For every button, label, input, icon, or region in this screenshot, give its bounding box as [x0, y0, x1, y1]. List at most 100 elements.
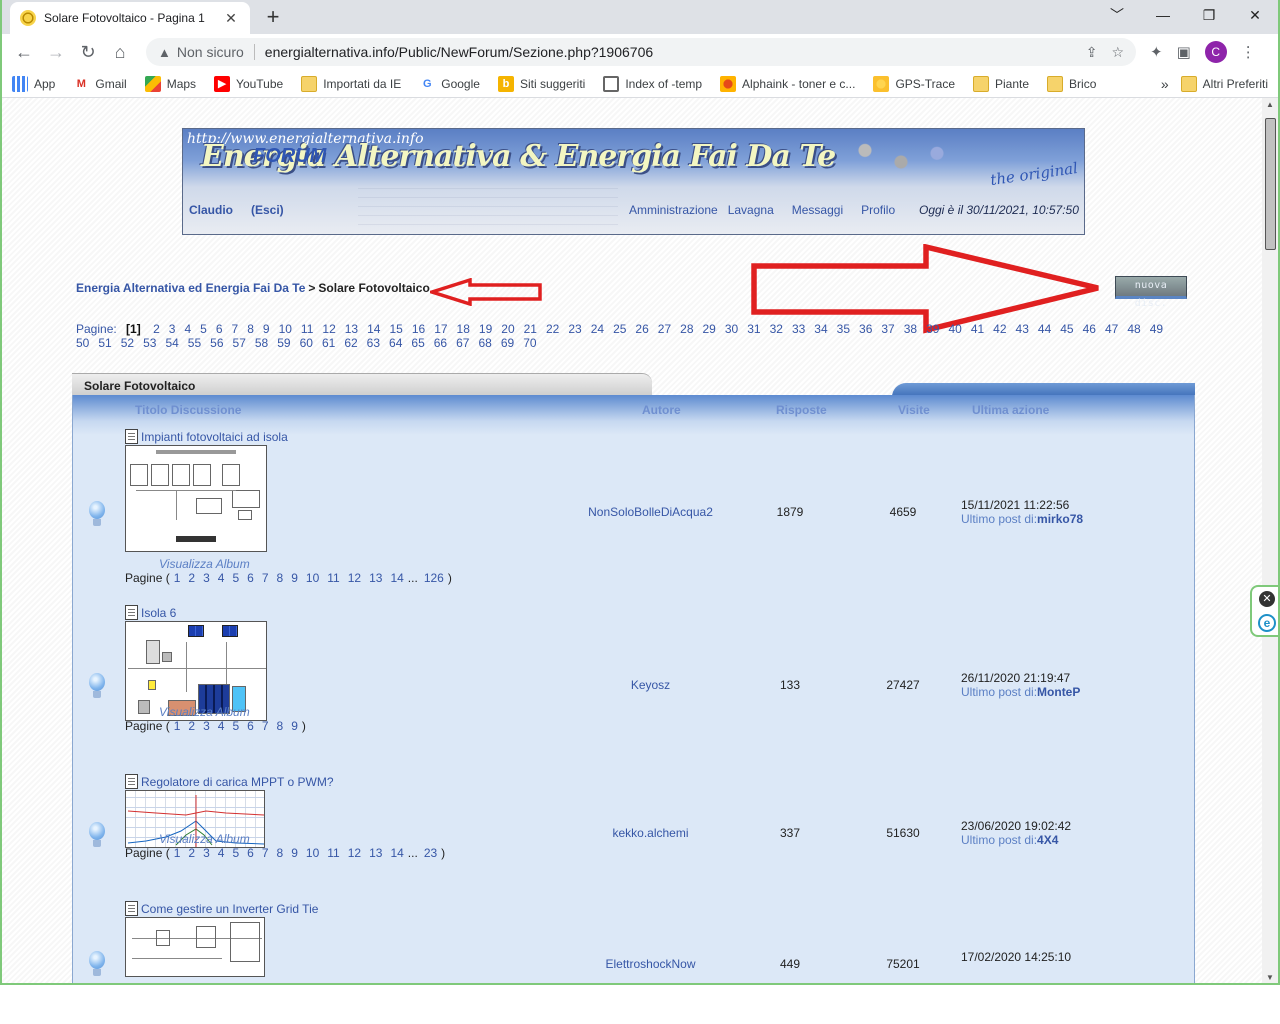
pagination-page-link[interactable]: 16: [412, 322, 425, 336]
topic-page-link[interactable]: 6: [247, 571, 254, 585]
pagination-page-link[interactable]: 62: [344, 336, 357, 350]
pagination-page-link[interactable]: 67: [456, 336, 469, 350]
warning-icon[interactable]: ▲: [158, 45, 171, 60]
topic-page-link[interactable]: 1: [174, 719, 181, 733]
pagination-page-link[interactable]: 63: [367, 336, 380, 350]
pagination-page-link[interactable]: 23: [568, 322, 581, 336]
pagination-page-link[interactable]: 7: [232, 322, 239, 336]
minimize-button[interactable]: —: [1140, 0, 1186, 30]
album-link[interactable]: Visualizza Album: [159, 832, 250, 846]
bookmark-gmail[interactable]: M Gmail: [73, 76, 127, 92]
topic-author[interactable]: kekko.alchemi: [583, 826, 718, 840]
topic-page-link[interactable]: 7: [262, 719, 269, 733]
last-post-user[interactable]: Ultimo post di:MonteP: [961, 685, 1080, 699]
pagination-page-link[interactable]: 33: [792, 322, 805, 336]
nav-messaggi[interactable]: Messaggi: [792, 203, 843, 217]
topic-author[interactable]: Keyosz: [583, 678, 718, 692]
topic-page-link[interactable]: 2: [188, 571, 195, 585]
topic-page-link[interactable]: 5: [232, 571, 239, 585]
pagination-page-link[interactable]: 38: [904, 322, 917, 336]
pagination-page-link[interactable]: 46: [1083, 322, 1096, 336]
topic-last-page-link[interactable]: 126: [424, 571, 444, 585]
bookmark-index[interactable]: Index of -temp: [603, 75, 702, 92]
pagination-page-link[interactable]: 57: [233, 336, 246, 350]
pagination-page-link[interactable]: 58: [255, 336, 268, 350]
close-icon[interactable]: ✕: [1259, 591, 1275, 607]
topic-thumbnail[interactable]: [125, 917, 265, 977]
pagination-page-link[interactable]: 36: [859, 322, 872, 336]
user-link[interactable]: Claudio: [189, 203, 233, 217]
topic-page-link[interactable]: 4: [218, 571, 225, 585]
topic-title-link[interactable]: Impianti fotovoltaici ad isola: [125, 429, 288, 444]
album-link[interactable]: Visualizza Album: [159, 705, 250, 719]
topic-page-link[interactable]: 5: [232, 846, 239, 860]
edge-extension-icon[interactable]: e: [1258, 614, 1276, 632]
topic-page-link[interactable]: 2: [188, 846, 195, 860]
nav-lavagna[interactable]: Lavagna: [728, 203, 774, 217]
topic-title-link[interactable]: Regolatore di carica MPPT o PWM?: [125, 774, 334, 789]
topic-page-link[interactable]: 13: [369, 846, 382, 860]
pagination-page-link[interactable]: 70: [523, 336, 536, 350]
pagination-page-link[interactable]: 40: [948, 322, 961, 336]
pagination-page-link[interactable]: 68: [478, 336, 491, 350]
pagination-page-link[interactable]: 18: [457, 322, 470, 336]
pagination-page-link[interactable]: 21: [524, 322, 537, 336]
close-window-button[interactable]: ✕: [1232, 0, 1278, 30]
pagination-page-link[interactable]: 4: [184, 322, 191, 336]
pagination-page-link[interactable]: 28: [680, 322, 693, 336]
topic-page-link[interactable]: 8: [277, 846, 284, 860]
logout-link[interactable]: (Esci): [251, 203, 284, 217]
back-icon[interactable]: ←: [8, 42, 40, 63]
topic-last-page-link[interactable]: 23: [424, 846, 437, 860]
last-post-user[interactable]: Ultimo post di:4X4: [961, 833, 1071, 847]
breadcrumb-root-link[interactable]: Energia Alternativa ed Energia Fai Da Te: [76, 281, 305, 295]
tab-search-icon[interactable]: ﹀: [1094, 0, 1140, 30]
topic-page-link[interactable]: 14: [390, 846, 403, 860]
scroll-down-icon[interactable]: ▼: [1262, 971, 1278, 983]
pagination-page-link[interactable]: 27: [658, 322, 671, 336]
topic-page-link[interactable]: 9: [291, 846, 298, 860]
pagination-page-link[interactable]: 10: [279, 322, 292, 336]
new-topic-button[interactable]: nuova disc.: [1115, 276, 1187, 309]
bookmark-brico[interactable]: Brico: [1047, 75, 1096, 92]
topic-page-link[interactable]: 2: [188, 719, 195, 733]
pagination-page-link[interactable]: 19: [479, 322, 492, 336]
topic-page-link[interactable]: 10: [306, 571, 319, 585]
pagination-page-link[interactable]: 42: [993, 322, 1006, 336]
pagination-page-link[interactable]: 31: [747, 322, 760, 336]
album-link[interactable]: Visualizza Album: [159, 557, 250, 571]
topic-page-link[interactable]: 8: [277, 571, 284, 585]
share-icon[interactable]: ⇪: [1086, 44, 1098, 61]
bookmark-piante[interactable]: Piante: [973, 75, 1029, 92]
pagination-page-link[interactable]: 66: [434, 336, 447, 350]
pagination-page-link[interactable]: 47: [1105, 322, 1118, 336]
pagination-page-link[interactable]: 20: [501, 322, 514, 336]
topic-page-link[interactable]: 12: [348, 846, 361, 860]
restore-button[interactable]: ❐: [1186, 0, 1232, 30]
pagination-page-link[interactable]: 35: [837, 322, 850, 336]
pagination-page-link[interactable]: 13: [345, 322, 358, 336]
bookmark-alphaink[interactable]: Alphaink - toner e c...: [720, 75, 855, 92]
pagination-page-link[interactable]: 49: [1150, 322, 1163, 336]
pagination-page-link[interactable]: 14: [367, 322, 380, 336]
bookmark-app[interactable]: App: [12, 75, 55, 92]
pagination-page-link[interactable]: 61: [322, 336, 335, 350]
topic-page-link[interactable]: 13: [369, 571, 382, 585]
profile-avatar[interactable]: C: [1204, 41, 1227, 63]
pagination-page-link[interactable]: 51: [98, 336, 111, 350]
pagination-page-link[interactable]: 48: [1127, 322, 1140, 336]
pagination-page-link[interactable]: 5: [200, 322, 207, 336]
pagination-page-link[interactable]: 52: [121, 336, 134, 350]
pagination-page-link[interactable]: 69: [501, 336, 514, 350]
topic-page-link[interactable]: 8: [277, 719, 284, 733]
topic-page-link[interactable]: 3: [203, 719, 210, 733]
scrollbar-thumb[interactable]: [1265, 118, 1276, 250]
bookmark-altri-preferiti[interactable]: Altri Preferiti: [1180, 75, 1268, 92]
pagination-page-link[interactable]: 17: [434, 322, 447, 336]
pagination-page-link[interactable]: 3: [169, 322, 176, 336]
pagination-page-link[interactable]: 15: [389, 322, 402, 336]
pagination-page-link[interactable]: 24: [591, 322, 604, 336]
topic-page-link[interactable]: 7: [262, 571, 269, 585]
pagination-page-link[interactable]: 41: [971, 322, 984, 336]
address-bar[interactable]: ▲ Non sicuro energialternativa.info/Publ…: [146, 38, 1136, 66]
